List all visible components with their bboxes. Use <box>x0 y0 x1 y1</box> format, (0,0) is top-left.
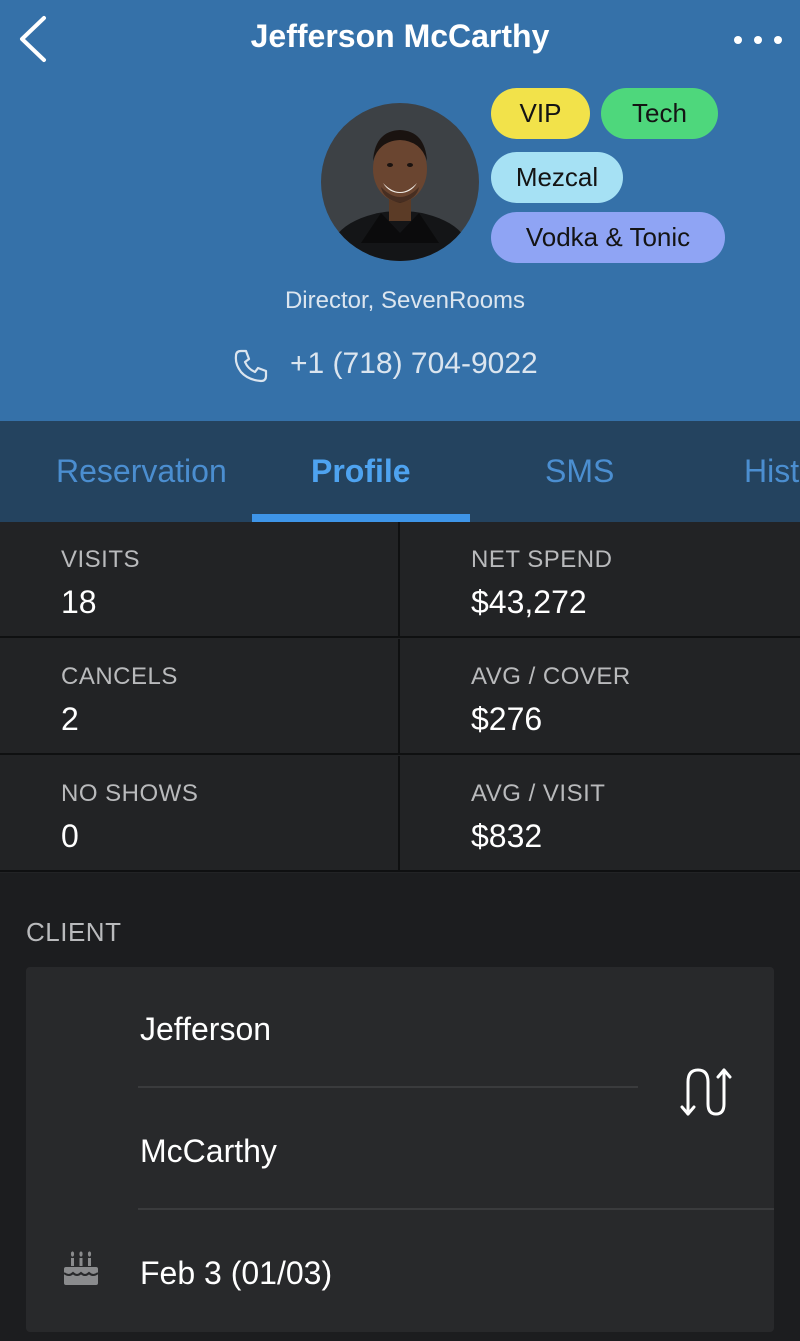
stat-label: NET SPEND <box>471 546 613 573</box>
phone-number-link[interactable]: +1 (718) 704-9022 <box>290 347 538 381</box>
tab-reservation[interactable]: Reservation <box>56 453 227 490</box>
stat-value: $832 <box>471 818 543 854</box>
stat-no-shows: NO SHOWS 0 <box>0 756 400 872</box>
stat-label: AVG / VISIT <box>471 780 606 807</box>
avatar <box>321 103 479 261</box>
tag-mezcal[interactable]: Mezcal <box>491 152 623 203</box>
stats-grid: VISITS 18 NET SPEND $43,272 CANCELS 2 AV… <box>0 522 800 873</box>
tab-history[interactable]: Hist <box>744 453 799 490</box>
tag-tech[interactable]: Tech <box>601 88 718 139</box>
birthday-field[interactable]: Feb 3 (01/03) <box>140 1255 332 1292</box>
tag-vodka-tonic[interactable]: Vodka & Tonic <box>491 212 725 263</box>
tab-bar: Reservation Profile SMS Hist <box>0 421 800 522</box>
first-name-field[interactable]: Jefferson <box>140 1011 271 1048</box>
phone-icon[interactable] <box>232 347 270 385</box>
stat-value: $43,272 <box>471 584 587 620</box>
stat-avg-cover: AVG / COVER $276 <box>400 639 800 755</box>
last-name-field[interactable]: McCarthy <box>140 1133 277 1170</box>
divider <box>138 1086 638 1088</box>
stat-value: 2 <box>61 701 79 737</box>
tab-profile[interactable]: Profile <box>311 453 411 490</box>
stat-net-spend: NET SPEND $43,272 <box>400 522 800 638</box>
stat-value: $276 <box>471 701 543 737</box>
tag-vip[interactable]: VIP <box>491 88 590 139</box>
birthday-cake-icon <box>60 1247 102 1289</box>
stat-label: VISITS <box>61 546 141 573</box>
stat-cancels: CANCELS 2 <box>0 639 400 755</box>
page-title: Jefferson McCarthy <box>250 18 550 54</box>
more-button[interactable] <box>730 30 786 50</box>
stat-value: 18 <box>61 584 97 620</box>
tab-sms[interactable]: SMS <box>545 453 614 490</box>
stat-label: NO SHOWS <box>61 780 199 807</box>
job-title: Director, SevenRooms <box>284 287 526 314</box>
stat-label: AVG / COVER <box>471 663 631 690</box>
stat-avg-visit: AVG / VISIT $832 <box>400 756 800 872</box>
divider <box>138 1208 774 1210</box>
stat-label: CANCELS <box>61 663 178 690</box>
client-section-heading: CLIENT <box>26 917 122 947</box>
client-card: Jefferson McCarthy Feb 3 (01/03) <box>26 967 774 1332</box>
active-tab-indicator <box>252 514 470 522</box>
profile-header: Jefferson McCarthy VIP Tech Mezcal Vodka… <box>0 0 800 421</box>
stat-value: 0 <box>61 818 79 854</box>
more-horizontal-icon <box>734 36 782 44</box>
stat-visits: VISITS 18 <box>0 522 400 638</box>
swap-names-button[interactable] <box>678 1064 734 1120</box>
swap-names-icon <box>680 1068 732 1116</box>
